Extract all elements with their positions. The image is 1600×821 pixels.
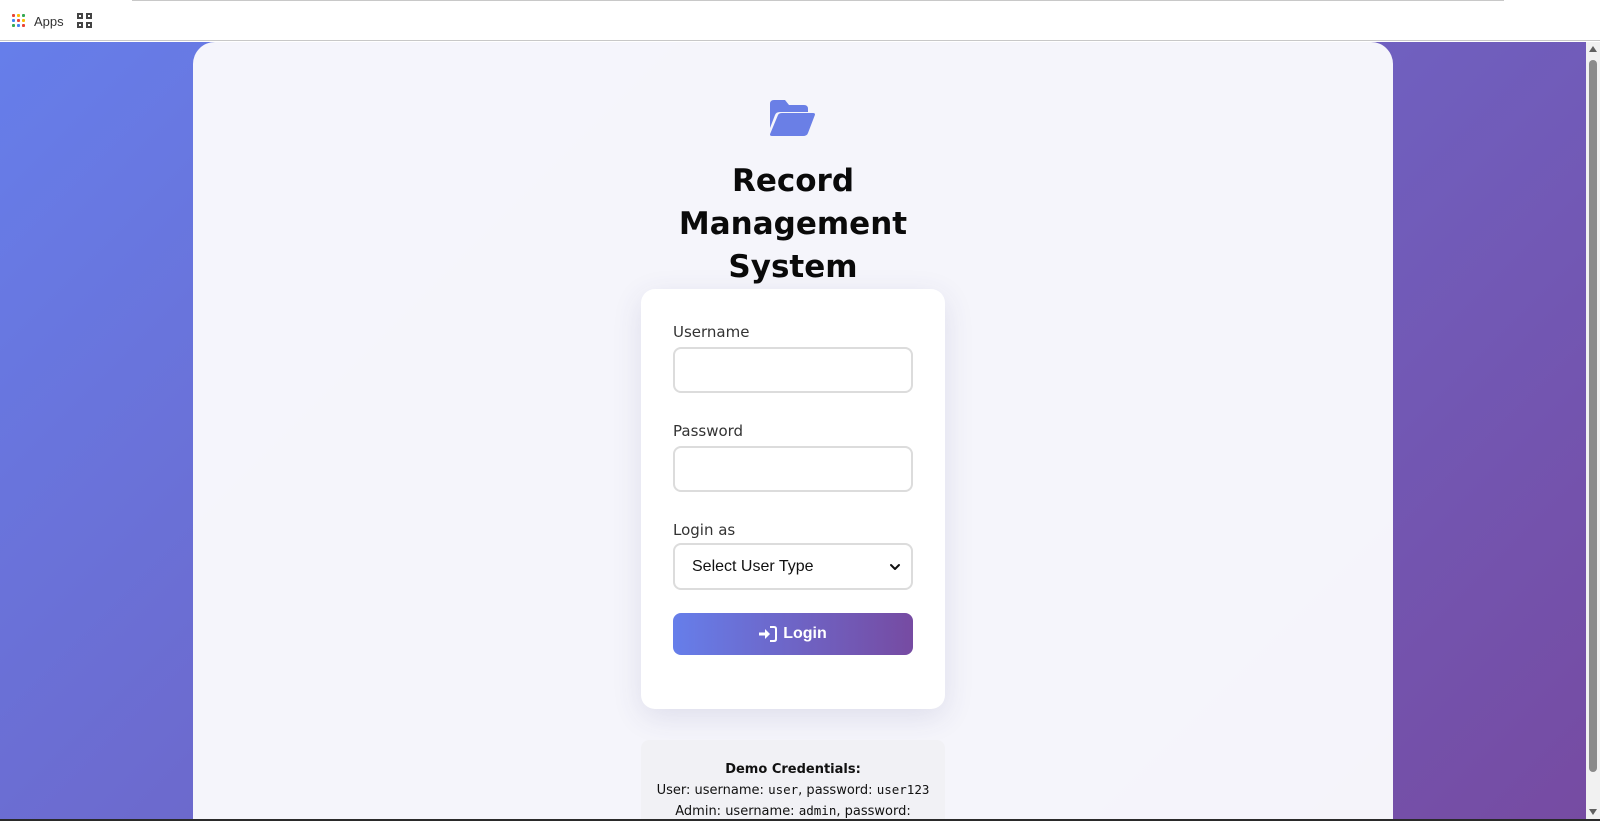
chevron-down-icon — [890, 563, 900, 570]
login-button-label: Login — [783, 625, 827, 642]
username-input[interactable] — [673, 347, 913, 393]
demo-credentials: Demo Credentials: User: username: user, … — [641, 740, 945, 821]
tab-groups-icon[interactable] — [77, 13, 93, 29]
page-background: Record Management System Username Passwo… — [0, 42, 1586, 821]
scroll-down-arrow-icon[interactable] — [1589, 809, 1597, 815]
sign-in-icon — [759, 626, 778, 642]
folder-open-icon — [770, 100, 815, 136]
page-title: Record Management System — [678, 163, 908, 285]
apps-grid-icon — [12, 14, 26, 28]
demo-user-password: user123 — [876, 782, 930, 797]
demo-credentials-title: Demo Credentials: — [725, 762, 861, 777]
role-label: Login as — [673, 521, 736, 539]
main-panel: Record Management System Username Passwo… — [193, 42, 1393, 821]
apps-label: Apps — [34, 13, 64, 29]
user-type-selected: Select User Type — [692, 557, 814, 575]
password-label: Password — [673, 422, 744, 440]
demo-admin-prefix: Admin: username: — [675, 804, 795, 819]
scroll-up-arrow-icon[interactable] — [1589, 46, 1597, 52]
demo-user-line: User: username: user, password: user123 — [641, 780, 945, 801]
bookmarks-bar: Apps — [0, 0, 1600, 41]
demo-user-prefix: User: username: — [656, 783, 764, 798]
demo-admin-password-label: , password: — [836, 804, 911, 819]
scrollbar-thumb[interactable] — [1589, 60, 1597, 772]
apps-shortcut[interactable]: Apps — [12, 12, 64, 30]
vertical-scrollbar[interactable] — [1586, 42, 1600, 821]
username-label: Username — [673, 323, 750, 341]
demo-user-username: user — [768, 782, 799, 797]
password-input[interactable] — [673, 446, 913, 492]
login-button[interactable]: Login — [673, 613, 913, 655]
demo-admin-line: Admin: username: admin, password: — [641, 801, 945, 821]
demo-user-password-label: , password: — [798, 783, 873, 798]
toolbar-divider — [132, 0, 1504, 1]
demo-admin-username: admin — [798, 803, 837, 818]
login-card: Username Password Login as Select User T… — [641, 289, 945, 709]
user-type-select[interactable]: Select User Type — [673, 543, 913, 590]
